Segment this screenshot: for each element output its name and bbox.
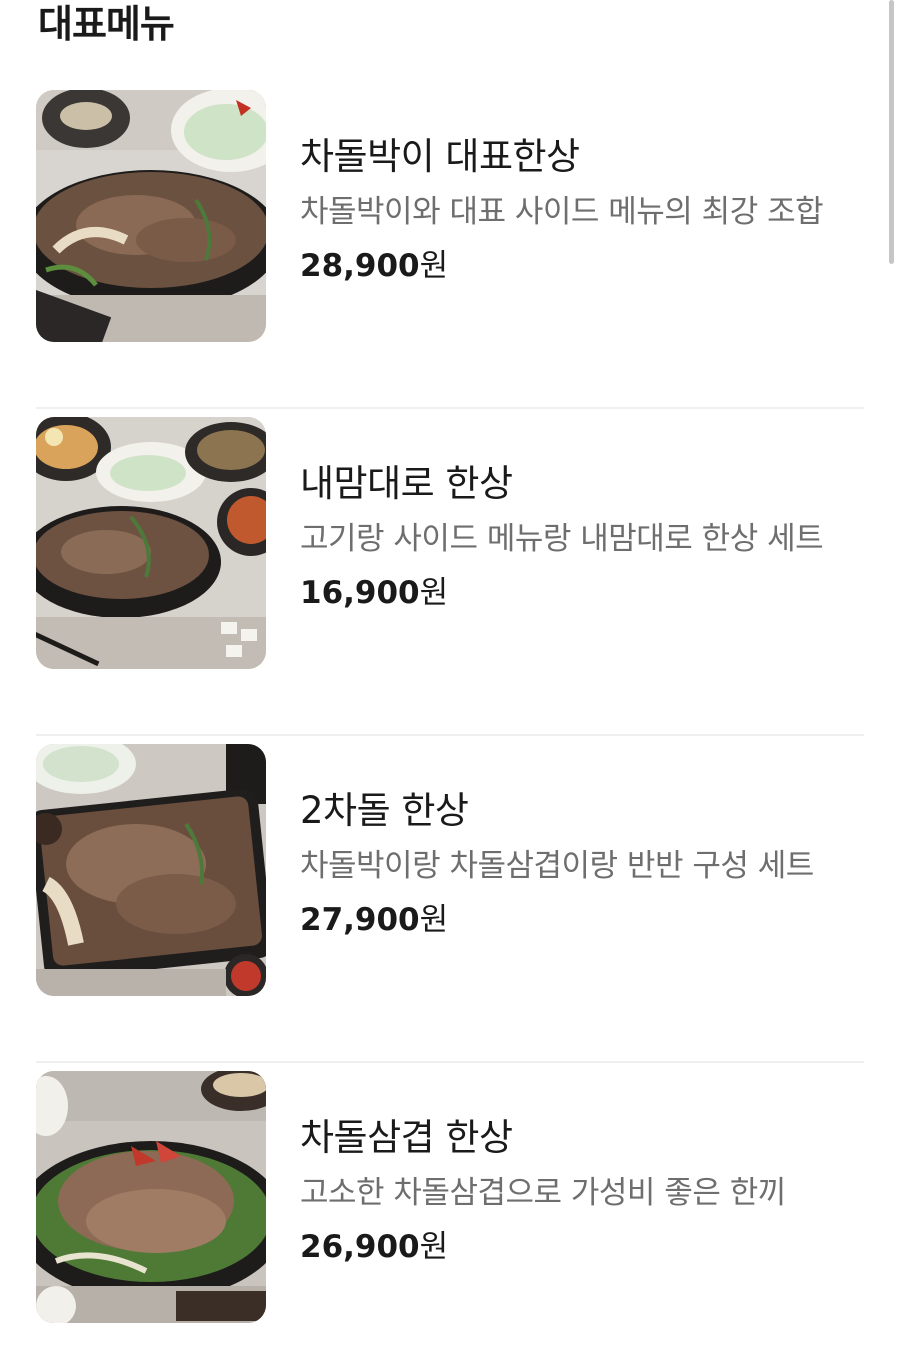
menu-item-info: 차돌박이 대표한상 차돌박이와 대표 사이드 메뉴의 최강 조합 28,900원 [300, 134, 864, 286]
food-photo [36, 744, 266, 996]
menu-item-price: 28,900원 [300, 246, 864, 286]
price-currency: 원 [419, 902, 449, 938]
price-amount: 27,900 [300, 902, 420, 938]
menu-item-name: 2차돌 한상 [300, 789, 469, 832]
menu-item[interactable]: 2차돌 한상 차돌박이랑 차돌삼겹이랑 반반 구성 세트 27,900원 [36, 736, 864, 1063]
food-photo [36, 417, 266, 669]
menu-item-description: 차돌박이와 대표 사이드 메뉴의 최강 조합 [300, 194, 824, 230]
menu-item-name: 차돌삼겹 한상 [300, 1116, 513, 1159]
price-amount: 28,900 [300, 248, 420, 284]
menu-item-photo[interactable] [36, 417, 266, 669]
food-photo [36, 1071, 266, 1323]
menu-item-info: 차돌삼겹 한상 고소한 차돌삼겹으로 가성비 좋은 한끼 26,900원 [300, 1115, 864, 1267]
menu-item[interactable]: 내맘대로 한상 고기랑 사이드 메뉴랑 내맘대로 한상 세트 16,900원 [36, 409, 864, 736]
price-amount: 16,900 [300, 575, 420, 611]
menu-item-photo[interactable] [36, 90, 266, 342]
food-photo [36, 90, 266, 342]
menu-item-photo[interactable] [36, 744, 266, 996]
menu-item-price: 27,900원 [300, 900, 864, 940]
scrollbar[interactable] [889, 0, 894, 264]
menu-list: 차돌박이 대표한상 차돌박이와 대표 사이드 메뉴의 최강 조합 28,900원 [36, 82, 864, 1364]
menu-item-description: 고기랑 사이드 메뉴랑 내맘대로 한상 세트 [300, 521, 824, 557]
menu-item-info: 2차돌 한상 차돌박이랑 차돌삼겹이랑 반반 구성 세트 27,900원 [300, 788, 864, 940]
section-title: 대표메뉴 [38, 2, 175, 46]
price-currency: 원 [419, 575, 449, 611]
price-amount: 26,900 [300, 1229, 420, 1265]
menu-item-name: 차돌박이 대표한상 [300, 135, 580, 178]
menu-item[interactable]: 차돌박이 대표한상 차돌박이와 대표 사이드 메뉴의 최강 조합 28,900원 [36, 82, 864, 409]
menu-item-photo[interactable] [36, 1071, 266, 1323]
menu-item-price: 16,900원 [300, 573, 864, 613]
menu-item[interactable]: 차돌삼겹 한상 고소한 차돌삼겹으로 가성비 좋은 한끼 26,900원 [36, 1063, 864, 1364]
menu-item-price: 26,900원 [300, 1227, 864, 1267]
price-currency: 원 [419, 248, 449, 284]
menu-item-name: 내맘대로 한상 [300, 462, 513, 505]
menu-item-description: 차돌박이랑 차돌삼겹이랑 반반 구성 세트 [300, 848, 814, 884]
menu-page: 대표메뉴 차돌박이 대표한상 차돌박이와 대표 사이드 메뉴의 최강 조합 28… [0, 0, 900, 1364]
menu-item-description: 고소한 차돌삼겹으로 가성비 좋은 한끼 [300, 1175, 786, 1211]
price-currency: 원 [419, 1229, 449, 1265]
menu-item-info: 내맘대로 한상 고기랑 사이드 메뉴랑 내맘대로 한상 세트 16,900원 [300, 461, 864, 613]
